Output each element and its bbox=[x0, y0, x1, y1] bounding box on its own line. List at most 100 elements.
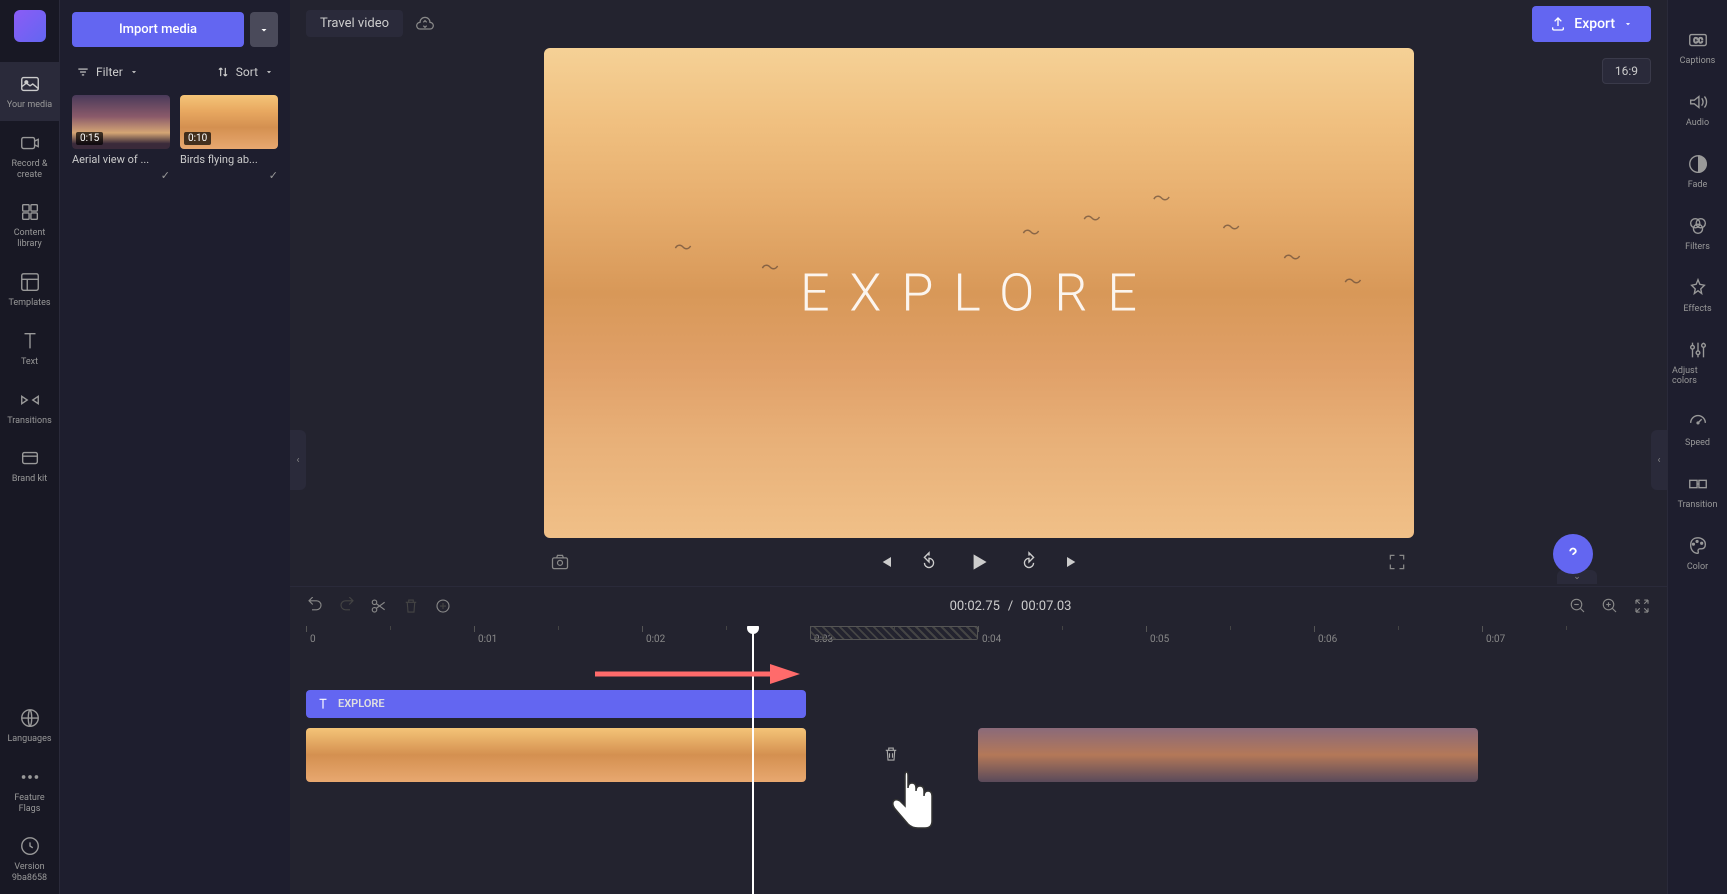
text-icon bbox=[18, 329, 42, 353]
export-button[interactable]: Export bbox=[1532, 6, 1651, 42]
zoom-in-button[interactable] bbox=[1601, 597, 1619, 615]
right-item-adjust-colors[interactable]: Adjust colors bbox=[1668, 326, 1727, 398]
right-label: Fade bbox=[1688, 180, 1708, 190]
sidebar-item-record[interactable]: Record & create bbox=[0, 121, 59, 191]
sidebar-label: Your media bbox=[7, 100, 52, 111]
captions-icon: CC bbox=[1686, 28, 1710, 52]
play-button[interactable] bbox=[962, 545, 996, 579]
collapse-media-panel[interactable]: ‹ bbox=[290, 430, 306, 490]
brand-icon bbox=[18, 446, 42, 470]
app-logo[interactable] bbox=[14, 10, 46, 42]
delete-gap-button[interactable] bbox=[882, 745, 902, 765]
project-name[interactable]: Travel video bbox=[306, 10, 403, 37]
split-button[interactable] bbox=[370, 597, 388, 615]
video-track[interactable] bbox=[306, 728, 1651, 782]
text-clip[interactable]: EXPLORE bbox=[306, 690, 806, 718]
right-label: Effects bbox=[1683, 304, 1711, 314]
right-item-filters[interactable]: Filters bbox=[1668, 202, 1727, 264]
collapse-properties-panel[interactable]: ‹ bbox=[1651, 430, 1667, 490]
skip-back-button[interactable] bbox=[876, 552, 896, 572]
preview-canvas[interactable]: 〜 〜 〜 〜 〜 〜 〜 〜 EXPLORE bbox=[544, 48, 1414, 538]
aspect-ratio-button[interactable]: 16:9 bbox=[1602, 58, 1651, 84]
record-icon bbox=[18, 131, 42, 155]
preview-overlay-text: EXPLORE bbox=[800, 262, 1157, 323]
rewind-button[interactable] bbox=[918, 551, 940, 573]
media-panel: Import media Filter Sort 0:15 Aerial vie… bbox=[60, 0, 290, 894]
right-sidebar: CC Captions Audio Fade Filters Effects A… bbox=[1667, 0, 1727, 894]
right-item-audio[interactable]: Audio bbox=[1668, 78, 1727, 140]
help-button[interactable] bbox=[1553, 534, 1593, 574]
timeline-gap[interactable] bbox=[806, 728, 978, 782]
filter-label: Filter bbox=[96, 65, 123, 79]
text-track[interactable]: EXPLORE bbox=[306, 690, 1651, 718]
timeline-ruler[interactable]: 0 0:01 0:02 0:03 0:04 0:05 0:06 0:07 bbox=[306, 626, 1651, 650]
sidebar-label: Version 9ba8658 bbox=[4, 862, 55, 884]
undo-button[interactable] bbox=[306, 597, 324, 615]
forward-button[interactable] bbox=[1018, 551, 1040, 573]
redo-button[interactable] bbox=[338, 597, 356, 615]
sidebar-item-languages[interactable]: Languages bbox=[0, 696, 59, 755]
delete-button[interactable] bbox=[402, 597, 420, 615]
cloud-sync-icon[interactable] bbox=[415, 14, 435, 34]
video-clip-2[interactable] bbox=[978, 728, 1478, 782]
media-thumbnail: 0:10 bbox=[180, 95, 278, 149]
video-clip-1[interactable] bbox=[306, 728, 806, 782]
effects-icon bbox=[1686, 276, 1710, 300]
filters-icon bbox=[1686, 214, 1710, 238]
time-display: 00:02.75 / 00:07.03 bbox=[466, 599, 1555, 614]
right-item-speed[interactable]: Speed bbox=[1668, 398, 1727, 460]
ruler-label: 0:01 bbox=[478, 634, 497, 645]
top-bar: Travel video Export bbox=[290, 0, 1667, 48]
right-label: Color bbox=[1687, 562, 1708, 572]
right-item-color[interactable]: Color bbox=[1668, 522, 1727, 584]
sidebar-item-brand-kit[interactable]: Brand kit bbox=[0, 436, 59, 495]
playhead[interactable] bbox=[752, 626, 754, 894]
sidebar-label: Transitions bbox=[7, 416, 52, 427]
media-item[interactable]: 0:10 Birds flying ab... ✓ bbox=[180, 95, 278, 166]
selection-range[interactable] bbox=[810, 626, 978, 640]
timeline-area[interactable]: 0 0:01 0:02 0:03 0:04 0:05 0:06 0:07 bbox=[290, 626, 1667, 894]
sort-button[interactable]: Sort bbox=[212, 61, 278, 83]
chevron-down-icon bbox=[264, 67, 274, 77]
crop-button[interactable] bbox=[434, 597, 452, 615]
left-sidebar: Your media Record & create Content libra… bbox=[0, 0, 60, 894]
fit-timeline-button[interactable] bbox=[1633, 597, 1651, 615]
filter-icon bbox=[76, 65, 90, 79]
import-dropdown-button[interactable] bbox=[250, 12, 278, 47]
export-label: Export bbox=[1574, 16, 1615, 32]
templates-icon bbox=[18, 270, 42, 294]
ruler-label: 0:06 bbox=[1318, 634, 1337, 645]
sidebar-item-text[interactable]: Text bbox=[0, 319, 59, 378]
text-clip-label: EXPLORE bbox=[338, 697, 385, 710]
sidebar-item-your-media[interactable]: Your media bbox=[0, 62, 59, 121]
right-label: Adjust colors bbox=[1672, 366, 1723, 386]
sidebar-item-feature-flags[interactable]: Feature Flags bbox=[0, 755, 59, 825]
chevron-down-icon bbox=[129, 67, 139, 77]
filter-button[interactable]: Filter bbox=[72, 61, 143, 83]
media-item[interactable]: 0:15 Aerial view of ... ✓ bbox=[72, 95, 170, 166]
media-icon bbox=[18, 72, 42, 96]
ruler-label: 0:07 bbox=[1486, 634, 1505, 645]
media-thumbnail: 0:15 bbox=[72, 95, 170, 149]
sidebar-label: Languages bbox=[7, 734, 51, 745]
sidebar-item-templates[interactable]: Templates bbox=[0, 260, 59, 319]
timeline-toolbar: 00:02.75 / 00:07.03 bbox=[290, 586, 1667, 626]
import-media-button[interactable]: Import media bbox=[72, 12, 244, 47]
right-item-effects[interactable]: Effects bbox=[1668, 264, 1727, 326]
zoom-out-button[interactable] bbox=[1569, 597, 1587, 615]
right-item-fade[interactable]: Fade bbox=[1668, 140, 1727, 202]
fullscreen-button[interactable] bbox=[1387, 552, 1407, 572]
chevron-down-icon bbox=[1623, 19, 1633, 29]
library-icon bbox=[18, 200, 42, 224]
sidebar-item-version[interactable]: Version 9ba8658 bbox=[0, 824, 59, 894]
right-item-transition[interactable]: Transition bbox=[1668, 460, 1727, 522]
sidebar-item-transitions[interactable]: Transitions bbox=[0, 378, 59, 437]
sidebar-label: Content library bbox=[4, 228, 55, 250]
sidebar-label: Text bbox=[21, 357, 38, 368]
skip-forward-button[interactable] bbox=[1062, 552, 1082, 572]
chevron-down-icon bbox=[258, 24, 270, 36]
sidebar-item-content-library[interactable]: Content library bbox=[0, 190, 59, 260]
right-item-captions[interactable]: CC Captions bbox=[1668, 16, 1727, 78]
snapshot-button[interactable] bbox=[550, 552, 570, 572]
help-icon bbox=[1562, 543, 1584, 565]
